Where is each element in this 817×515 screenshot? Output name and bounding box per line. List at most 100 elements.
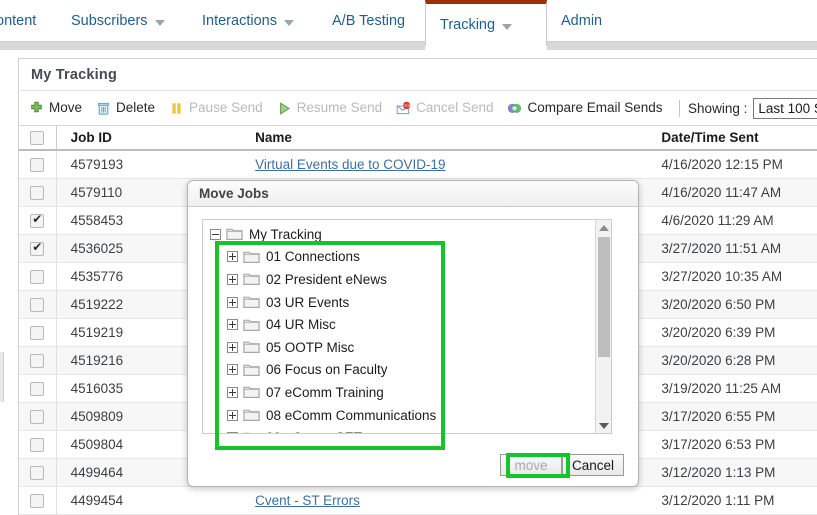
tree-node-root[interactable]: My Tracking: [210, 223, 595, 246]
row-checkbox[interactable]: [30, 212, 45, 228]
row-select-cell: [19, 291, 57, 318]
cell-name: Virtual Events due to COVID-19: [245, 157, 649, 172]
expand-icon[interactable]: [227, 341, 238, 353]
nav-tab-subscribers[interactable]: Subscribers: [57, 0, 179, 42]
nav-underbar: [0, 42, 817, 50]
cancel-send-button: STOP Cancel Send: [396, 101, 493, 116]
play-icon: [277, 101, 292, 116]
tree-node-07-ecomm-training[interactable]: 07 eComm Training: [210, 381, 595, 404]
svg-text:STOP: STOP: [402, 104, 411, 108]
move-button-label: Move: [49, 100, 83, 116]
move-confirm-button[interactable]: move: [500, 454, 562, 476]
expand-icon[interactable]: [227, 386, 238, 398]
resume-send-label: Resume Send: [296, 100, 383, 116]
showing-select-value: Last 100 S: [758, 100, 817, 116]
row-checkbox[interactable]: [30, 381, 45, 396]
row-select-cell: [19, 235, 57, 262]
row-checkbox[interactable]: [30, 465, 45, 480]
job-name-link[interactable]: Cvent - ST Errors: [255, 493, 360, 508]
col-header-job-id[interactable]: Job ID: [57, 130, 246, 145]
expand-icon[interactable]: [227, 273, 238, 285]
row-checkbox[interactable]: [30, 157, 45, 172]
expand-icon[interactable]: [227, 364, 238, 376]
job-name-link[interactable]: Virtual Events due to COVID-19: [255, 157, 445, 172]
select-all-checkbox[interactable]: [30, 130, 45, 145]
folder-icon: [243, 272, 260, 286]
row-checkbox[interactable]: [30, 353, 45, 368]
showing-select[interactable]: Last 100 S: [753, 97, 817, 119]
row-checkbox[interactable]: [30, 409, 45, 424]
compare-email-sends-label: Compare Email Sends: [527, 100, 663, 116]
resume-send-button: Resume Send: [277, 100, 383, 116]
row-checkbox[interactable]: [30, 437, 45, 452]
row-checkbox[interactable]: [30, 269, 45, 284]
nav-tab-interactions[interactable]: Interactions: [188, 0, 308, 42]
folder-icon: [243, 408, 260, 422]
toolbar-divider: [678, 99, 680, 117]
tree-node-05-ootp-misc[interactable]: 05 OOTP Misc: [210, 336, 595, 359]
row-select-cell: [19, 347, 57, 374]
chevron-down-icon: [502, 23, 513, 30]
nav-tab-label: A/B Testing: [332, 12, 406, 29]
row-checkbox[interactable]: [30, 325, 45, 340]
row-checkbox[interactable]: [30, 493, 45, 508]
collapse-icon[interactable]: [210, 228, 221, 240]
row-select-cell: [19, 487, 57, 514]
folder-icon: [243, 250, 260, 264]
tree-node-01-connections[interactable]: 01 Connections: [210, 246, 595, 269]
folder-tree-list: My Tracking 01 Connections 02 President …: [203, 220, 595, 433]
delete-button[interactable]: Delete: [96, 101, 155, 116]
cell-date: 3/12/2020 1:13 PM: [661, 465, 776, 480]
expand-icon[interactable]: [227, 251, 238, 263]
expand-icon[interactable]: [227, 409, 238, 421]
pause-send-button: Pause Send: [169, 101, 263, 116]
scroll-up-button[interactable]: [596, 220, 611, 235]
row-checkbox[interactable]: [30, 297, 45, 312]
table-row[interactable]: 4499454 Cvent - ST Errors 3/12/2020 1:11…: [19, 487, 817, 515]
scroll-thumb[interactable]: [598, 237, 610, 357]
nav-tab-ab-testing[interactable]: A/B Testing: [318, 0, 419, 42]
pause-send-label: Pause Send: [189, 100, 263, 116]
tree-node-09-ecomm-set[interactable]: 09 eComm SET: [210, 426, 595, 433]
stop-envelope-icon: STOP: [396, 101, 411, 116]
expand-icon[interactable]: [227, 319, 238, 331]
tracking-toolbar: Move Delete Pause Send Resume Send STOP …: [19, 91, 817, 125]
expand-icon[interactable]: [227, 432, 238, 433]
tree-node-08-ecomm-communications[interactable]: 08 eComm Communications: [210, 404, 595, 427]
tree-node-label: My Tracking: [249, 226, 322, 242]
row-checkbox[interactable]: [30, 185, 45, 200]
trash-icon: [96, 101, 111, 116]
row-select-cell: [19, 319, 57, 346]
triangle-down-icon: [599, 422, 609, 429]
col-header-name[interactable]: Name: [245, 130, 649, 145]
row-select-cell: [19, 263, 57, 290]
col-header-date[interactable]: Date/Time Sent: [649, 130, 817, 145]
row-checkbox[interactable]: [30, 240, 45, 256]
tree-node-label: 07 eComm Training: [266, 384, 384, 400]
nav-tab-content[interactable]: ontent: [0, 0, 50, 42]
folder-icon: [226, 227, 243, 241]
nav-tab-admin[interactable]: Admin: [547, 0, 616, 42]
table-row[interactable]: 4579193 Virtual Events due to COVID-19 4…: [19, 151, 817, 179]
tree-scrollbar[interactable]: [595, 220, 611, 433]
scroll-down-button[interactable]: [596, 418, 611, 433]
row-select-cell: [19, 179, 57, 206]
tree-node-label: 05 OOTP Misc: [266, 339, 355, 355]
folder-icon: [243, 363, 260, 377]
expand-icon[interactable]: [227, 296, 238, 308]
tree-node-02-president-enews[interactable]: 02 President eNews: [210, 268, 595, 291]
cell-name: Cvent - ST Errors: [245, 493, 649, 508]
showing-label: Showing :: [688, 100, 748, 116]
cancel-send-label: Cancel Send: [416, 100, 494, 116]
move-button[interactable]: Move: [29, 101, 82, 116]
nav-tab-tracking[interactable]: Tracking: [425, 0, 547, 46]
tree-node-04-ur-misc[interactable]: 04 UR Misc: [210, 313, 595, 336]
compare-email-sends-button[interactable]: Compare Email Sends: [507, 100, 663, 116]
cell-date: 3/27/2020 10:35 AM: [661, 269, 783, 284]
triangle-up-icon: [599, 224, 609, 231]
tree-node-06-focus-on-faculty[interactable]: 06 Focus on Faculty: [210, 359, 595, 382]
delete-button-label: Delete: [116, 100, 156, 116]
tree-node-03-ur-events[interactable]: 03 UR Events: [210, 291, 595, 314]
cancel-button[interactable]: Cancel: [562, 454, 624, 476]
nav-tab-label: Tracking: [440, 16, 496, 33]
